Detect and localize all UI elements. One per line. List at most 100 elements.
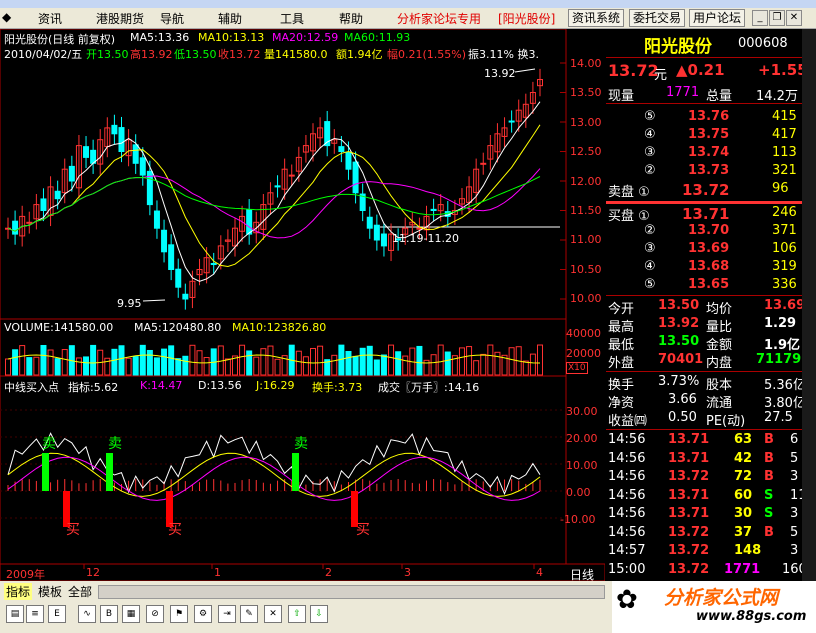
tool-icon[interactable]: ⚙ (194, 605, 212, 623)
volume-bar (437, 344, 444, 376)
sell-signal-bar (106, 453, 113, 491)
stat-label: 净资 (608, 396, 635, 411)
sell-level-label: ③ (644, 145, 656, 160)
candle-body (274, 185, 281, 188)
volume-bar (111, 348, 118, 376)
tick-price: 13.72 (668, 469, 710, 484)
xaxis-year: 2009年 (6, 568, 45, 581)
tick-side: S (764, 487, 774, 503)
indicator-icon[interactable]: ▤ (6, 605, 24, 623)
zongliang-label: 总量 (706, 89, 733, 104)
volume-bar (473, 360, 480, 376)
stock-link[interactable]: [阳光股份] (498, 10, 555, 27)
tab-indicator[interactable]: 指标 (4, 583, 33, 600)
user-forum-button[interactable]: 用户论坛 (689, 9, 746, 27)
link-icon[interactable]: ✕ (264, 605, 282, 623)
pen-icon[interactable]: ✎ (240, 605, 258, 623)
stat-label: 今开 (608, 302, 635, 317)
logo-text: 分析家公式网 (664, 587, 779, 609)
indicator-cj: 成交〖万手〗:14.16 (378, 381, 480, 394)
tick-side: B (764, 432, 774, 447)
volume-bar (380, 354, 387, 376)
tick-volume: 72 (734, 469, 753, 484)
indicator-zb: 指标:5.62 (68, 381, 119, 394)
volume-bar (444, 351, 451, 376)
candle-body (175, 268, 182, 288)
price-unit: 元 (654, 68, 668, 83)
volume-bar (430, 354, 437, 376)
chart-area[interactable]: 阳光股份(日线 前复权) MA5:13.36 MA10:13.13 MA20:1… (0, 29, 605, 582)
menu-news[interactable]: 资讯 (38, 10, 62, 27)
app-menu-icon[interactable]: ◆ (2, 10, 11, 24)
tab-template[interactable]: 模板 (38, 583, 62, 600)
minimize-icon[interactable]: _ (752, 10, 768, 26)
volume-bar (239, 344, 246, 376)
tick-count: 3 (790, 543, 799, 558)
volume-bar (175, 358, 182, 376)
candle-body (288, 174, 295, 177)
menu-navigate[interactable]: 导航 (160, 10, 184, 27)
kline-title: 阳光股份(日线 前复权) (4, 33, 116, 46)
volume-bar (118, 345, 125, 376)
volume-bar (487, 344, 494, 376)
tick-price: 13.71 (668, 487, 710, 503)
buy-level-label: ② (644, 223, 656, 238)
stat-label: 最高 (608, 320, 635, 335)
volume-unit: X10 (566, 362, 588, 374)
horizontal-scrollbar[interactable] (98, 585, 605, 599)
candle-body (26, 221, 33, 224)
bomb-icon[interactable]: ⚑ (170, 605, 188, 623)
volume-bar (458, 347, 465, 376)
trade-button[interactable]: 委托交易 (629, 9, 686, 27)
tab-all[interactable]: 全部 (68, 583, 92, 600)
eit-icon[interactable]: E (48, 605, 66, 623)
tick-time: 14:56 (608, 506, 646, 521)
menu-assist[interactable]: 辅助 (218, 10, 242, 27)
sell-price: 13.72 (682, 181, 730, 199)
zongliang-value: 14.2万 (756, 89, 798, 104)
menu-tools[interactable]: 工具 (280, 10, 304, 27)
buy-price: 13.69 (688, 241, 730, 256)
stat-value: 27.5 (764, 410, 793, 425)
tick-list[interactable]: 14:56 13.71 63 B 6 14:56 13.71 42 B 5 14:56 13.72 72… (606, 429, 816, 582)
candle-body (210, 263, 217, 266)
buy-price: 13.71 (682, 205, 730, 223)
order-book: ⑤ 13.76 415 ④ 13.75 417 ③ 13.74 113 ② 13.73 321 卖盘 ①… (606, 105, 816, 295)
info-high: 高13.92 (130, 48, 173, 61)
low-annotation: 9.95 (117, 297, 142, 310)
stat-label: 内盘 (706, 356, 733, 371)
price-tick: 14.00 (570, 57, 602, 70)
sell-volume: 417 (772, 127, 797, 142)
grid-icon[interactable]: ▦ (122, 605, 140, 623)
volume-bar (352, 355, 359, 376)
menu-help[interactable]: 帮助 (339, 10, 363, 27)
close-icon[interactable]: ✕ (786, 10, 802, 26)
stop-icon[interactable]: ⊘ (146, 605, 164, 623)
info-low: 低13.50 (174, 48, 217, 61)
kline-panel-frame (0, 29, 567, 320)
news-system-button[interactable]: 资讯系统 (568, 9, 625, 27)
volume-bar (267, 345, 274, 376)
up-arrow-icon[interactable]: ⇧ (288, 605, 306, 623)
stat-value: 3.73% (658, 374, 700, 389)
ma5-label: MA5:13.36 (130, 31, 190, 44)
export-icon[interactable]: ⇥ (218, 605, 236, 623)
list-icon[interactable]: ≡ (26, 605, 44, 623)
volume-bar (33, 356, 40, 376)
info-turnover: 振3.11% 换3. (468, 48, 539, 61)
candle-body (338, 146, 345, 152)
indicator-tick: -10.00 (560, 513, 596, 526)
menu-hk-futures[interactable]: 港股期货 (96, 10, 144, 27)
restore-icon[interactable]: ❐ (769, 10, 785, 26)
bsi-icon[interactable]: B (100, 605, 118, 623)
candle-body (373, 224, 380, 241)
xaxis-label: 1 (214, 566, 221, 579)
range-annotation: 11.19-11.20 (392, 232, 459, 245)
tick-price: 13.72 (668, 524, 710, 540)
chart-icon[interactable]: ∿ (78, 605, 96, 623)
quote-scrollbar[interactable] (802, 29, 816, 581)
tick-time: 14:57 (608, 543, 646, 558)
forum-promo[interactable]: 分析家论坛专用 (397, 10, 481, 27)
volume-bar (388, 344, 395, 376)
down-arrow-icon[interactable]: ⇩ (310, 605, 328, 623)
